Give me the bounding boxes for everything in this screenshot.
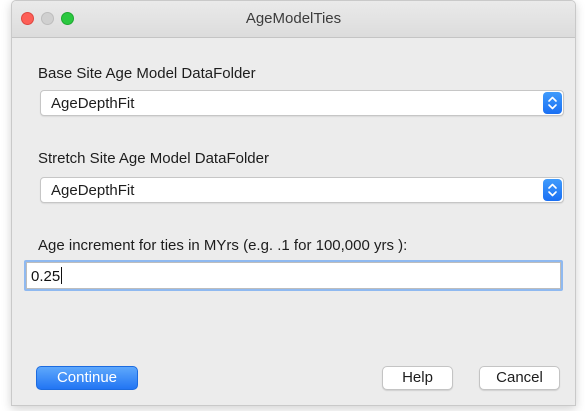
- stretch-site-select-value: AgeDepthFit: [51, 182, 135, 199]
- chevron-up-down-icon[interactable]: [543, 92, 562, 114]
- cancel-button[interactable]: Cancel: [479, 366, 560, 390]
- stretch-site-select[interactable]: AgeDepthFit: [40, 177, 564, 203]
- base-site-select[interactable]: AgeDepthFit: [40, 90, 564, 116]
- text-caret: [61, 267, 63, 284]
- age-increment-value: 0.25: [31, 267, 63, 285]
- help-button[interactable]: Help: [382, 366, 453, 390]
- title-bar[interactable]: AgeModelTies: [12, 1, 575, 38]
- continue-button[interactable]: Continue: [36, 366, 138, 390]
- age-increment-label: Age increment for ties in MYrs (e.g. .1 …: [38, 237, 408, 254]
- window-title: AgeModelTies: [245, 10, 342, 27]
- chevron-up-down-icon[interactable]: [543, 179, 562, 201]
- age-increment-input[interactable]: 0.25: [26, 262, 561, 289]
- stretch-site-label: Stretch Site Age Model DataFolder: [38, 150, 269, 167]
- base-site-label: Base Site Age Model DataFolder: [38, 65, 256, 82]
- base-site-select-value: AgeDepthFit: [51, 95, 135, 112]
- dialog-window: AgeModelTies Base Site Age Model DataFol…: [11, 0, 576, 406]
